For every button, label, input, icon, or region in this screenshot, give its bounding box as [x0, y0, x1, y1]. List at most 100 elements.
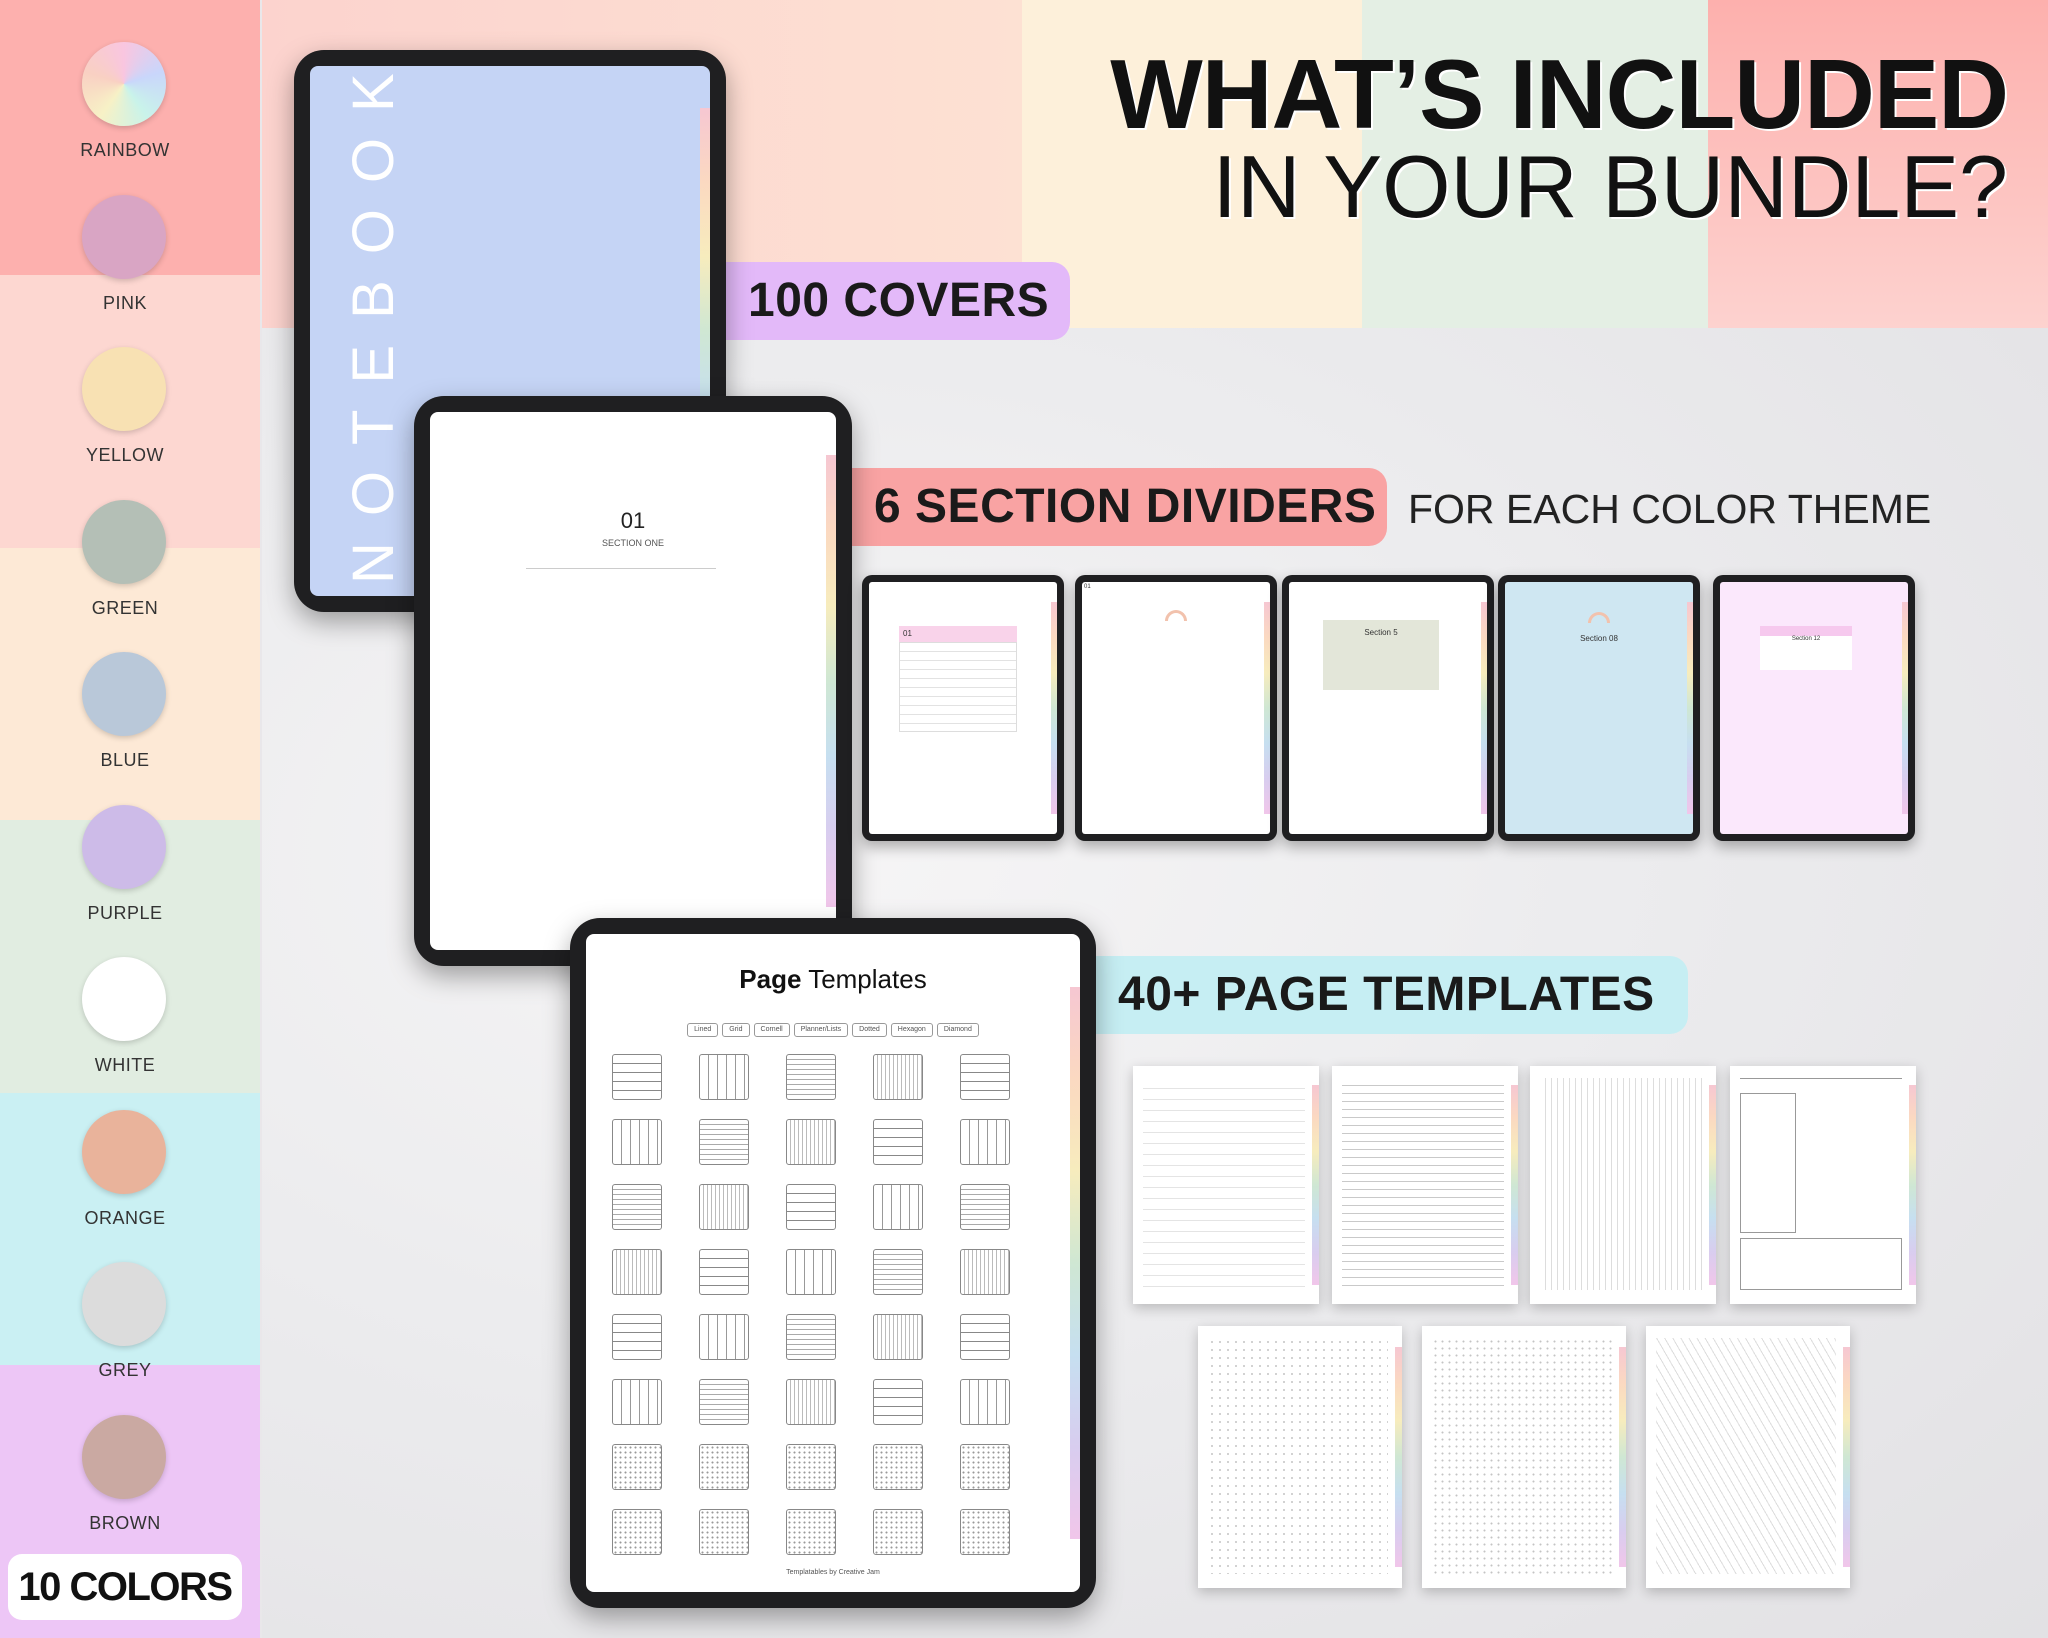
- templates-label: 40+ PAGE TEMPLATES: [1096, 956, 1688, 1034]
- template-thumbnail[interactable]: [612, 1314, 662, 1360]
- template-thumbnail[interactable]: [786, 1119, 836, 1165]
- divider-screen: 01 SECTION ONE: [430, 412, 836, 950]
- swatch-yellow: [82, 347, 166, 431]
- swatch-label: RAINBOW: [80, 140, 170, 160]
- template-thumbnail[interactable]: [699, 1444, 749, 1490]
- swatch-label: BLUE: [100, 750, 150, 770]
- template-thumbnail[interactable]: [699, 1509, 749, 1555]
- template-thumbnail[interactable]: [699, 1184, 749, 1230]
- template-thumbnail[interactable]: [873, 1379, 923, 1425]
- template-thumbnail[interactable]: [699, 1314, 749, 1360]
- template-thumbnail[interactable]: [960, 1314, 1010, 1360]
- swatch-label: BROWN: [89, 1512, 161, 1533]
- cornell-summary-box: [1740, 1238, 1902, 1290]
- template-thumbnail[interactable]: [612, 1444, 662, 1490]
- template-thumbnail[interactable]: [699, 1249, 749, 1295]
- template-thumbnail[interactable]: [873, 1054, 923, 1100]
- swatch-label: WHITE: [94, 1055, 156, 1075]
- template-sample-pattern: [1656, 1338, 1836, 1574]
- template-thumbnail[interactable]: [699, 1119, 749, 1165]
- divider-name: SECTION ONE: [601, 538, 664, 548]
- swatch-purple: [82, 804, 166, 889]
- template-thumbnail[interactable]: [786, 1184, 836, 1230]
- swatch-label: GREEN: [91, 597, 159, 618]
- swatch-label: GREY: [98, 1360, 152, 1380]
- divider-sample-screen: 01: [869, 582, 1057, 834]
- template-sample-page: [1198, 1326, 1402, 1588]
- template-thumbnail[interactable]: [960, 1509, 1010, 1555]
- template-sample-page: [1133, 1066, 1319, 1304]
- template-sample-page: [1422, 1326, 1626, 1588]
- template-thumbnail[interactable]: [873, 1314, 923, 1360]
- template-thumbnail[interactable]: [873, 1509, 923, 1555]
- template-thumbnail[interactable]: [612, 1249, 662, 1295]
- template-filter-dotted[interactable]: Dotted: [852, 1023, 887, 1037]
- template-filter-cornell[interactable]: Cornell: [753, 1023, 790, 1037]
- dividers-label-text: 6 SECTION DIVIDERS: [874, 480, 1377, 533]
- template-thumbnail[interactable]: [786, 1379, 836, 1425]
- template-filter-planner-lists[interactable]: Planner/Lists: [793, 1023, 849, 1037]
- template-filter-hexagon[interactable]: Hexagon: [890, 1023, 933, 1037]
- template-sample-pattern: [1143, 1078, 1305, 1290]
- swatch-grey: [82, 1262, 166, 1346]
- template-sample-tabs: [1843, 1346, 1850, 1568]
- divider-sample: Section 08: [1498, 575, 1700, 841]
- rainbow-icon: [1165, 610, 1187, 621]
- template-thumbnail[interactable]: [612, 1184, 662, 1230]
- swatch-green: [82, 499, 166, 584]
- divider-tablet: 01 SECTION ONE: [414, 396, 852, 966]
- template-thumbnail[interactable]: [786, 1509, 836, 1555]
- swatch-pink: [82, 194, 166, 279]
- template-sample-tabs: [1395, 1346, 1402, 1568]
- templates-label-text: 40+ PAGE TEMPLATES: [1118, 968, 1655, 1021]
- template-thumbnail[interactable]: [873, 1444, 923, 1490]
- divider-sample-screen: Section 12: [1720, 582, 1908, 834]
- divider-sample: Section 12: [1713, 575, 1915, 841]
- template-thumbnail[interactable]: [786, 1444, 836, 1490]
- templates-side-tabs: [1070, 986, 1080, 1540]
- divider-sample: 01: [1075, 575, 1277, 841]
- template-thumbnail[interactable]: [960, 1054, 1010, 1100]
- template-sample-tabs: [1709, 1085, 1716, 1285]
- template-thumbnail[interactable]: [960, 1249, 1010, 1295]
- template-thumbnail[interactable]: [612, 1119, 662, 1165]
- template-thumbnail[interactable]: [699, 1379, 749, 1425]
- swatch-label: PURPLE: [87, 902, 163, 923]
- page-title-line2: IN YOUR BUNDLE?: [1212, 137, 2008, 236]
- templates-screen: Page Templates Lined Grid Cornell Planner/L…: [586, 934, 1080, 1592]
- template-sample-tabs: [1909, 1085, 1916, 1285]
- template-thumbnail[interactable]: [960, 1444, 1010, 1490]
- template-thumbnail[interactable]: [960, 1184, 1010, 1230]
- template-thumbnail[interactable]: [873, 1184, 923, 1230]
- templates-title: Page Templates: [586, 964, 1080, 995]
- template-filter-diamond[interactable]: Diamond: [936, 1023, 979, 1037]
- template-filter-buttons: Lined Grid Cornell Planner/Lists Dotted Hexag…: [586, 1018, 1080, 1037]
- template-thumbnail[interactable]: [612, 1379, 662, 1425]
- templates-tablet: Page Templates Lined Grid Cornell Planner/L…: [570, 918, 1096, 1608]
- template-thumbnail[interactable]: [786, 1054, 836, 1100]
- covers-label-text: 100 COVERS: [748, 274, 1050, 327]
- template-thumbnail[interactable]: [699, 1054, 749, 1100]
- template-thumbnail[interactable]: [873, 1249, 923, 1295]
- divider-sample-lines: [899, 642, 1017, 732]
- divider-sample-screen: Section 08: [1505, 582, 1693, 834]
- template-thumbnail[interactable]: [960, 1379, 1010, 1425]
- template-thumbnail[interactable]: [786, 1249, 836, 1295]
- template-sample-tabs: [1511, 1085, 1518, 1285]
- template-thumbnail[interactable]: [873, 1119, 923, 1165]
- template-filter-grid[interactable]: Grid: [722, 1023, 750, 1037]
- template-thumbnail[interactable]: [612, 1054, 662, 1100]
- template-sample-page: [1730, 1066, 1916, 1304]
- template-thumbnail[interactable]: [960, 1119, 1010, 1165]
- template-sample-pattern: [1208, 1338, 1388, 1574]
- template-sample-pattern: [1740, 1078, 1902, 1290]
- templates-title-rest: Templates: [801, 964, 927, 994]
- swatch-label: PINK: [102, 292, 147, 313]
- template-thumbnail[interactable]: [786, 1314, 836, 1360]
- template-thumbnail[interactable]: [612, 1509, 662, 1555]
- divider-sample-screen: 01: [1082, 582, 1270, 834]
- divider-sample-tabs: [1902, 602, 1908, 814]
- divider-sample-label: Section 08: [1580, 634, 1618, 643]
- template-sample-page: [1332, 1066, 1518, 1304]
- template-filter-lined[interactable]: Lined: [687, 1023, 719, 1037]
